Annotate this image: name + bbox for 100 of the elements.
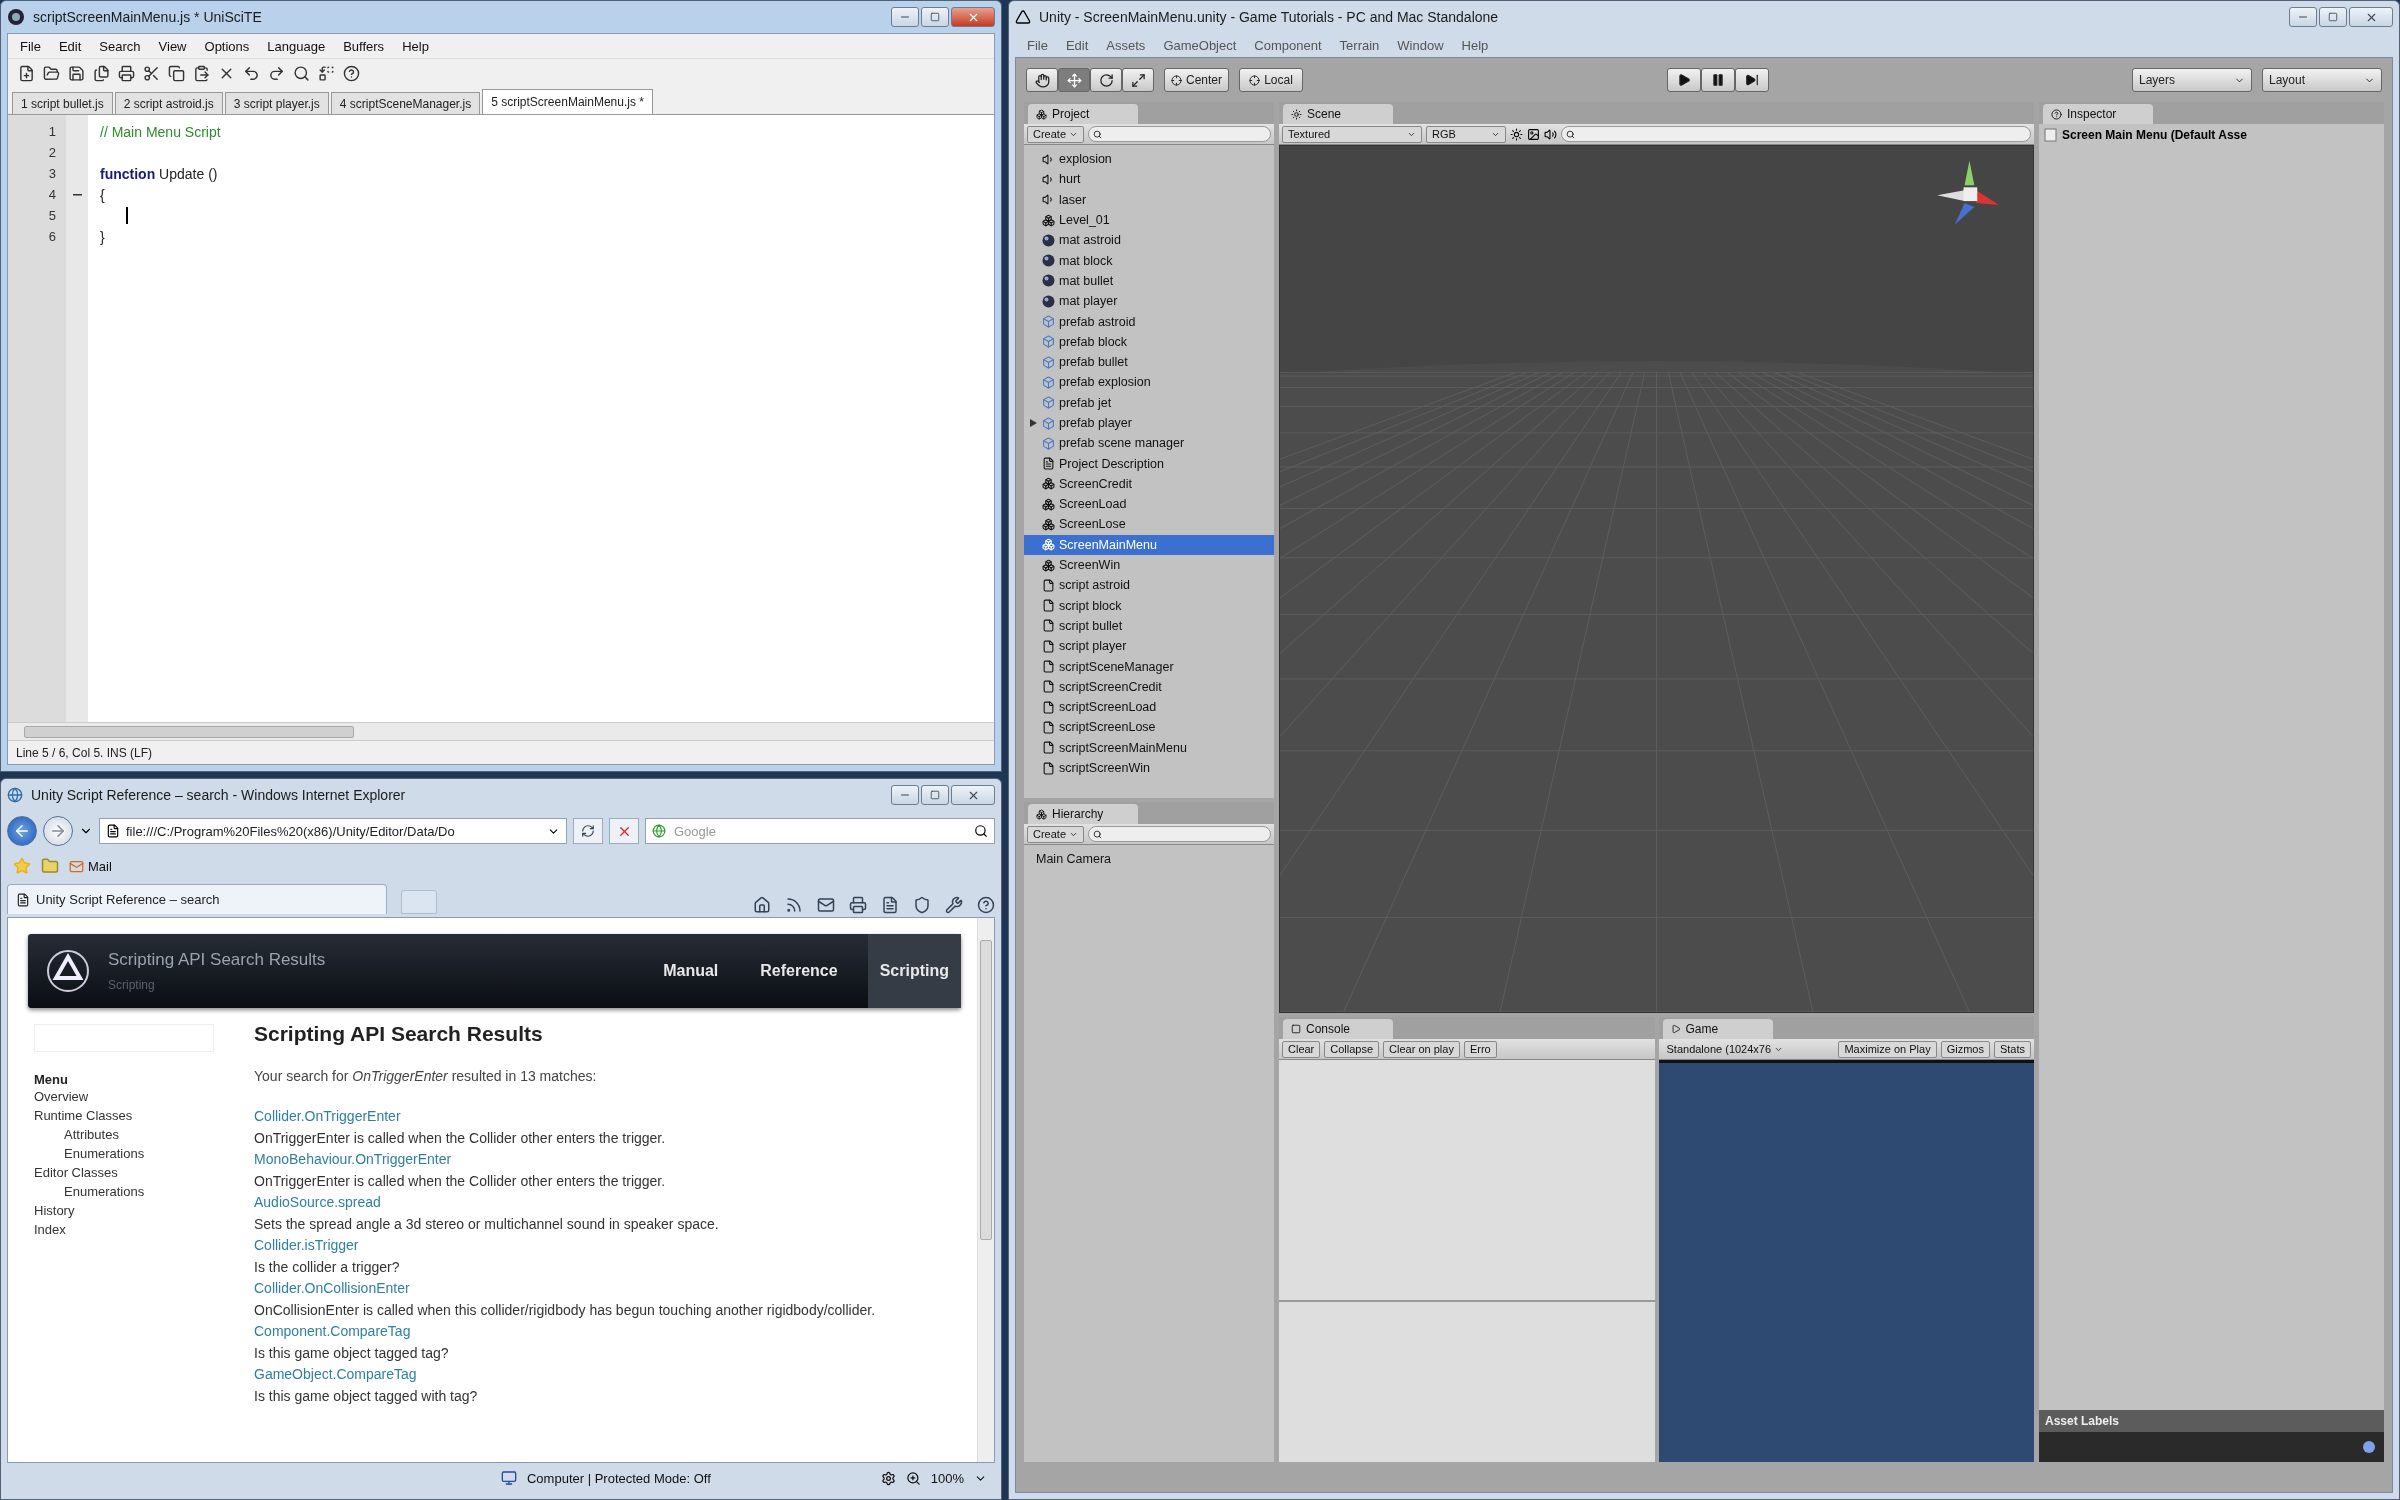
stop-button[interactable] — [609, 818, 639, 844]
file-tab[interactable]: 4 scriptSceneManager.js — [330, 92, 481, 114]
search-icon[interactable] — [974, 824, 988, 838]
menu-item[interactable]: Help — [1453, 35, 1497, 55]
axis-gizmo-icon[interactable] — [1937, 160, 1999, 225]
console-button[interactable]: Erro — [1463, 1040, 1497, 1058]
menu-item[interactable]: Assets — [1098, 35, 1154, 55]
browser-tab[interactable]: Unity Script Reference – search — [7, 884, 387, 914]
new-file-icon[interactable] — [18, 65, 35, 82]
step-button[interactable] — [1734, 68, 1769, 92]
menu-link[interactable]: Overview — [28, 1087, 228, 1106]
panel-tab[interactable]: Scene — [1283, 104, 1393, 124]
maximize-button[interactable] — [2319, 7, 2347, 27]
search-field[interactable] — [1088, 826, 1271, 842]
asset-item[interactable]: prefab player — [1024, 412, 1274, 434]
asset-item[interactable]: prefab block — [1024, 331, 1274, 352]
menu-item[interactable]: Terrain — [1331, 35, 1388, 55]
search-field[interactable]: Google — [645, 818, 995, 844]
menu-item[interactable]: File — [1019, 35, 1056, 55]
scrollbar[interactable] — [977, 918, 994, 1462]
home-icon[interactable] — [753, 896, 771, 914]
console-button[interactable]: Clear on play — [1383, 1040, 1460, 1058]
asset-item[interactable]: mat astroid — [1024, 230, 1274, 251]
help-icon[interactable] — [343, 65, 360, 82]
copy-icon[interactable] — [168, 65, 185, 82]
feed-icon[interactable] — [785, 896, 803, 914]
page-icon[interactable] — [881, 896, 899, 914]
tool-button[interactable] — [1058, 68, 1090, 92]
game-button[interactable]: Gizmos — [1940, 1040, 1990, 1058]
favorite-link[interactable]: Mail — [69, 858, 112, 874]
create-button[interactable]: Create — [1027, 825, 1085, 843]
panel-tab[interactable]: Project — [1028, 104, 1138, 124]
menu-item[interactable]: Help — [394, 36, 437, 56]
redo-icon[interactable] — [268, 65, 285, 82]
address-field[interactable]: file:///C:/Program%20Files%20(x86)/Unity/Editor/Data/Do — [99, 818, 567, 844]
asset-item[interactable]: hurt — [1024, 169, 1274, 190]
maximize-button[interactable] — [921, 7, 949, 27]
label-dot-icon[interactable] — [2362, 1440, 2376, 1454]
asset-item[interactable]: script player — [1024, 636, 1274, 657]
create-button[interactable]: Create — [1027, 125, 1085, 143]
game-button[interactable]: Maximize on Play — [1838, 1040, 1937, 1058]
asset-item[interactable]: ScreenWin — [1024, 554, 1274, 576]
asset-item[interactable]: prefab bullet — [1024, 351, 1274, 373]
result-link[interactable]: Collider.OnCollisionEnter — [254, 1278, 961, 1300]
asset-item[interactable]: Level_01 — [1024, 209, 1274, 231]
panel-tab[interactable]: Inspector — [2043, 104, 2153, 124]
search-field[interactable] — [1561, 126, 2031, 142]
asset-item[interactable]: ScreenMainMenu — [1024, 534, 1274, 555]
asset-item[interactable]: scriptScreenLose — [1024, 717, 1274, 738]
search-input[interactable]: Google — [672, 822, 968, 840]
minimize-button[interactable] — [891, 785, 919, 805]
help-icon[interactable] — [977, 896, 995, 914]
tool-button[interactable] — [1026, 68, 1058, 92]
panel-tab[interactable]: Hierarchy — [1028, 804, 1138, 824]
pivot-button[interactable]: Center — [1164, 68, 1230, 92]
game-button[interactable]: Stats — [1993, 1040, 2031, 1058]
console-button[interactable]: Clear — [1282, 1040, 1321, 1058]
close-button[interactable] — [2349, 7, 2393, 27]
asset-item[interactable]: mat block — [1024, 250, 1274, 271]
search-field[interactable] — [1088, 126, 1271, 142]
asset-item[interactable]: ScreenLoad — [1024, 494, 1274, 515]
asset-item[interactable]: Project Description — [1024, 453, 1274, 474]
menu-item[interactable]: Options — [196, 36, 258, 56]
result-link[interactable]: Collider.isTrigger — [254, 1235, 961, 1257]
lighting-icon[interactable] — [1510, 127, 1523, 141]
close-button[interactable] — [951, 785, 995, 805]
close-button[interactable] — [951, 7, 995, 27]
tool-button[interactable] — [1090, 68, 1122, 92]
menu-item[interactable]: GameObject — [1155, 35, 1245, 55]
forward-button[interactable] — [43, 816, 73, 846]
asset-item[interactable]: mat bullet — [1024, 270, 1274, 292]
file-tab[interactable]: 3 script player.js — [224, 92, 329, 114]
menu-item[interactable]: Edit — [50, 36, 90, 56]
menu-link[interactable]: Attributes — [28, 1125, 228, 1144]
menu-item[interactable]: Window — [1389, 35, 1452, 55]
nav-link[interactable]: Scripting — [867, 934, 961, 1008]
scissors-icon[interactable] — [143, 65, 160, 82]
menu-item[interactable]: View — [150, 36, 195, 56]
menu-link[interactable]: Editor Classes — [28, 1163, 228, 1182]
menu-item[interactable]: Search — [91, 36, 149, 56]
result-link[interactable]: MonoBehaviour.OnTriggerEnter — [254, 1149, 961, 1171]
printer-icon[interactable] — [118, 65, 135, 82]
asset-item[interactable]: prefab jet — [1024, 392, 1274, 413]
asset-item[interactable]: scriptScreenLoad — [1024, 697, 1274, 718]
hierarchy-item[interactable]: Main Camera — [1024, 849, 1274, 870]
menu-item[interactable]: File — [12, 36, 49, 56]
asset-item[interactable]: prefab scene manager — [1024, 433, 1274, 454]
result-link[interactable]: GameObject.CompareTag — [254, 1364, 961, 1386]
menu-link[interactable]: Enumerations — [28, 1182, 228, 1201]
menu-item[interactable]: Edit — [1057, 35, 1097, 55]
tools-icon[interactable] — [945, 896, 963, 914]
asset-item[interactable]: ScreenCredit — [1024, 473, 1274, 495]
asset-item[interactable]: explosion — [1024, 149, 1274, 170]
replace-icon[interactable] — [318, 65, 335, 82]
asset-item[interactable]: script block — [1024, 595, 1274, 616]
asset-item[interactable]: scriptScreenCredit — [1024, 676, 1274, 697]
audio-icon[interactable] — [1544, 127, 1557, 141]
panel-tab[interactable]: Console — [1283, 1019, 1393, 1039]
layers-dropdown[interactable]: Layers — [2132, 68, 2252, 92]
asset-item[interactable]: scriptSceneManager — [1024, 656, 1274, 677]
